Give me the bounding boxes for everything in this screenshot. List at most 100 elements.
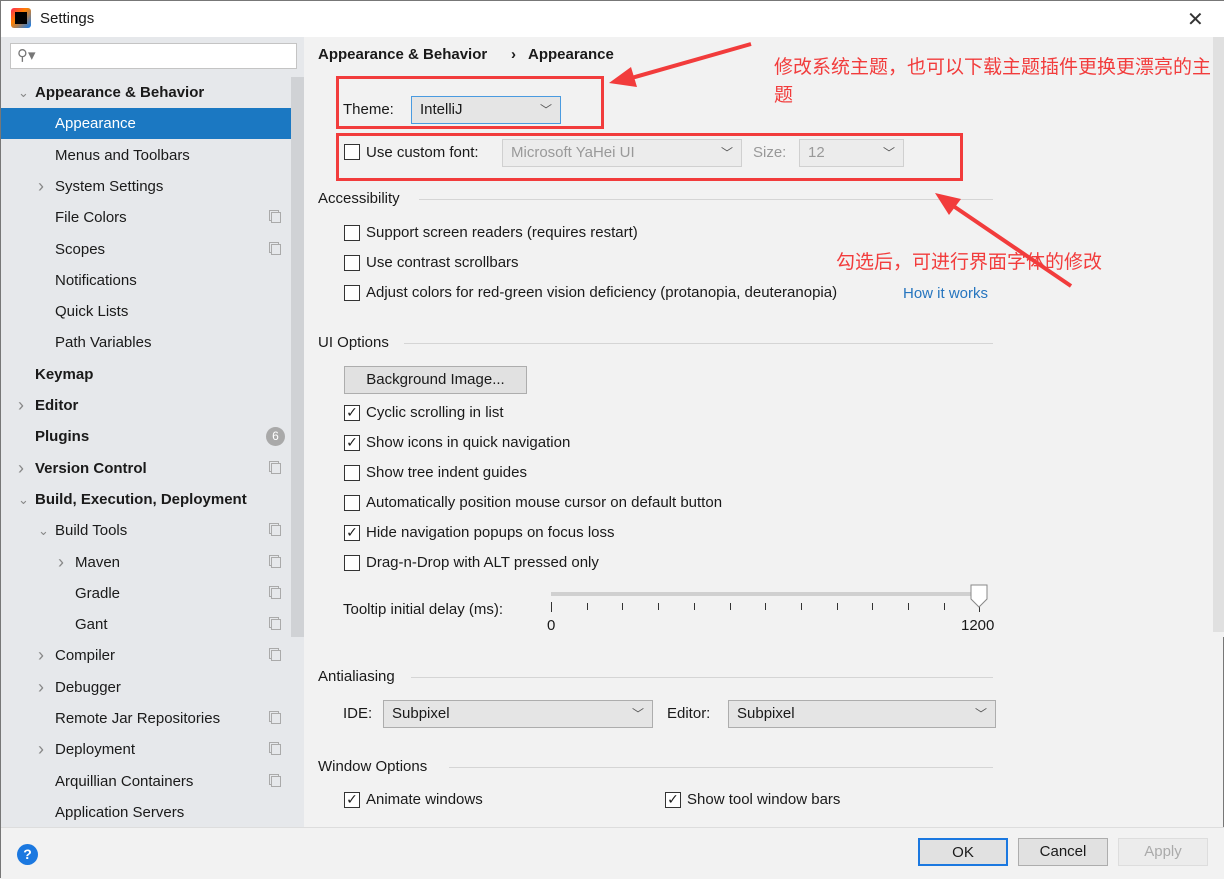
- sidebar-item-scopes[interactable]: Scopes: [1, 234, 291, 265]
- sidebar-item-editor[interactable]: › Editor: [1, 390, 291, 421]
- intellij-logo-icon: [11, 8, 31, 28]
- option-label: Cyclic scrolling in list: [366, 404, 504, 421]
- chevron-down-icon[interactable]: ⌄: [18, 484, 29, 515]
- sidebar-item-label: Quick Lists: [55, 303, 129, 321]
- sidebar-item-version-control[interactable]: › Version Control: [1, 453, 291, 484]
- project-scope-icon: [271, 619, 281, 631]
- search-input[interactable]: ⚲▾: [10, 43, 297, 69]
- chevron-right-icon[interactable]: ›: [58, 547, 64, 578]
- editor-label: Editor:: [667, 705, 711, 722]
- sidebar-item-plugins[interactable]: Plugins 6: [1, 421, 291, 452]
- sidebar-item-label: Path Variables: [55, 334, 152, 352]
- tooltip-delay-slider-thumb[interactable]: [969, 584, 989, 608]
- sidebar-item-maven[interactable]: › Maven: [1, 547, 291, 578]
- search-icon: ⚲▾: [17, 47, 36, 64]
- ide-antialiasing-dropdown[interactable]: Subpixel ﹀: [383, 700, 653, 728]
- option-checkbox[interactable]: [344, 225, 360, 241]
- plugins-update-badge: 6: [266, 427, 285, 447]
- project-scope-icon: [271, 775, 281, 787]
- divider: [404, 343, 993, 344]
- sidebar-scrollbar[interactable]: [291, 77, 304, 637]
- option-label: Show tree indent guides: [366, 464, 527, 481]
- chevron-right-icon[interactable]: ›: [38, 171, 44, 202]
- slider-max-label: 1200: [961, 617, 995, 634]
- sidebar-item-gradle[interactable]: Gradle: [1, 578, 291, 609]
- chevron-right-icon[interactable]: ›: [38, 640, 44, 671]
- sidebar-item-debugger[interactable]: › Debugger: [1, 672, 291, 703]
- slider-tick: [800, 603, 802, 610]
- option-checkbox[interactable]: ✓: [344, 405, 360, 421]
- project-scope-icon: [271, 650, 281, 662]
- editor-value: Subpixel: [737, 705, 795, 722]
- option-checkbox[interactable]: [344, 495, 360, 511]
- chevron-right-icon[interactable]: ›: [38, 734, 44, 765]
- cancel-button[interactable]: Cancel: [1018, 838, 1108, 866]
- sidebar-item-label: Maven: [75, 553, 121, 571]
- chevron-down-icon[interactable]: ⌄: [38, 515, 49, 546]
- project-scope-icon: [271, 556, 281, 568]
- animate-windows-checkbox[interactable]: ✓: [344, 792, 360, 808]
- option-checkbox[interactable]: [344, 285, 360, 301]
- project-scope-icon: [271, 212, 281, 224]
- help-button[interactable]: ?: [17, 844, 38, 865]
- sidebar-item-label: Appearance: [55, 115, 136, 133]
- option-checkbox[interactable]: ✓: [344, 525, 360, 541]
- sidebar-item-keymap[interactable]: Keymap: [1, 359, 291, 390]
- option-label: Use contrast scrollbars: [366, 254, 519, 271]
- sidebar-item-build-execution-deployment[interactable]: ⌄ Build, Execution, Deployment: [1, 484, 291, 515]
- sidebar-item-quick-lists[interactable]: Quick Lists: [1, 296, 291, 327]
- sidebar-item-label: Arquillian Containers: [55, 772, 194, 790]
- slider-tick: [872, 603, 874, 610]
- chevron-right-icon[interactable]: ›: [38, 672, 44, 703]
- sidebar-item-label: Gradle: [75, 584, 121, 602]
- show-tool-window-bars-checkbox[interactable]: ✓: [665, 792, 681, 808]
- project-scope-icon: [271, 243, 281, 255]
- sidebar-item-build-tools[interactable]: ⌄ Build Tools: [1, 515, 291, 546]
- sidebar-item-path-variables[interactable]: Path Variables: [1, 327, 291, 358]
- sidebar-item-arquillian-containers[interactable]: Arquillian Containers: [1, 766, 291, 797]
- sidebar-item-label: File Colors: [55, 209, 127, 227]
- editor-antialiasing-dropdown[interactable]: Subpixel ﹀: [728, 700, 996, 728]
- sidebar-item-compiler[interactable]: › Compiler: [1, 640, 291, 671]
- option-checkbox[interactable]: [344, 555, 360, 571]
- tooltip-delay-label: Tooltip initial delay (ms):: [343, 601, 504, 618]
- sidebar-item-system-settings[interactable]: › System Settings: [1, 171, 291, 202]
- option-checkbox[interactable]: [344, 255, 360, 271]
- sidebar-item-label: Plugins: [35, 428, 90, 446]
- animate-windows-label: Animate windows: [366, 791, 483, 808]
- sidebar-item-label: Remote Jar Repositories: [55, 710, 221, 727]
- apply-button[interactable]: Apply: [1118, 838, 1208, 866]
- tooltip-delay-slider-track[interactable]: [551, 592, 979, 596]
- main-scrollbar[interactable]: [1213, 37, 1224, 637]
- sidebar-item-deployment[interactable]: › Deployment: [1, 734, 291, 765]
- chevron-down-icon[interactable]: ⌄: [18, 77, 29, 108]
- chevron-right-icon[interactable]: ›: [18, 390, 24, 421]
- sidebar-item-file-colors[interactable]: File Colors: [1, 202, 291, 233]
- slider-tick: [658, 603, 660, 610]
- title-bar: [1, 1, 1224, 37]
- chevron-right-icon[interactable]: ›: [18, 453, 24, 484]
- sidebar-item-label: Application Servers: [55, 803, 185, 821]
- sidebar-item-menus-and-toolbars[interactable]: Menus and Toolbars: [1, 140, 291, 171]
- option-checkbox[interactable]: [344, 465, 360, 481]
- option-label: Automatically position mouse cursor on d…: [366, 494, 723, 511]
- sidebar-item-remote-jar-repositories[interactable]: Remote Jar Repositories: [1, 703, 291, 734]
- sidebar-item-gant[interactable]: Gant: [1, 609, 291, 640]
- background-image-button[interactable]: Background Image...: [344, 366, 527, 394]
- slider-tick: [943, 603, 945, 610]
- sidebar-item-label: Debugger: [55, 678, 121, 696]
- close-icon[interactable]: ✕: [1187, 7, 1204, 32]
- sidebar-item-application-servers[interactable]: Application Servers: [1, 797, 291, 828]
- sidebar-item-label: Appearance & Behavior: [35, 84, 205, 101]
- sidebar-item-appearance[interactable]: Appearance: [1, 108, 291, 140]
- sidebar-item-notifications[interactable]: Notifications: [1, 265, 291, 296]
- breadcrumb-parent[interactable]: Appearance & Behavior: [318, 46, 487, 63]
- show-tool-window-bars-label: Show tool window bars: [687, 791, 841, 808]
- divider: [411, 677, 993, 678]
- sidebar-item-appearance-behavior[interactable]: ⌄ Appearance & Behavior: [1, 77, 291, 108]
- slider-tick: [551, 602, 552, 612]
- ok-button[interactable]: OK: [918, 838, 1008, 866]
- project-scope-icon: [271, 462, 281, 474]
- option-checkbox[interactable]: ✓: [344, 435, 360, 451]
- sidebar-item-label: Notifications: [55, 271, 137, 289]
